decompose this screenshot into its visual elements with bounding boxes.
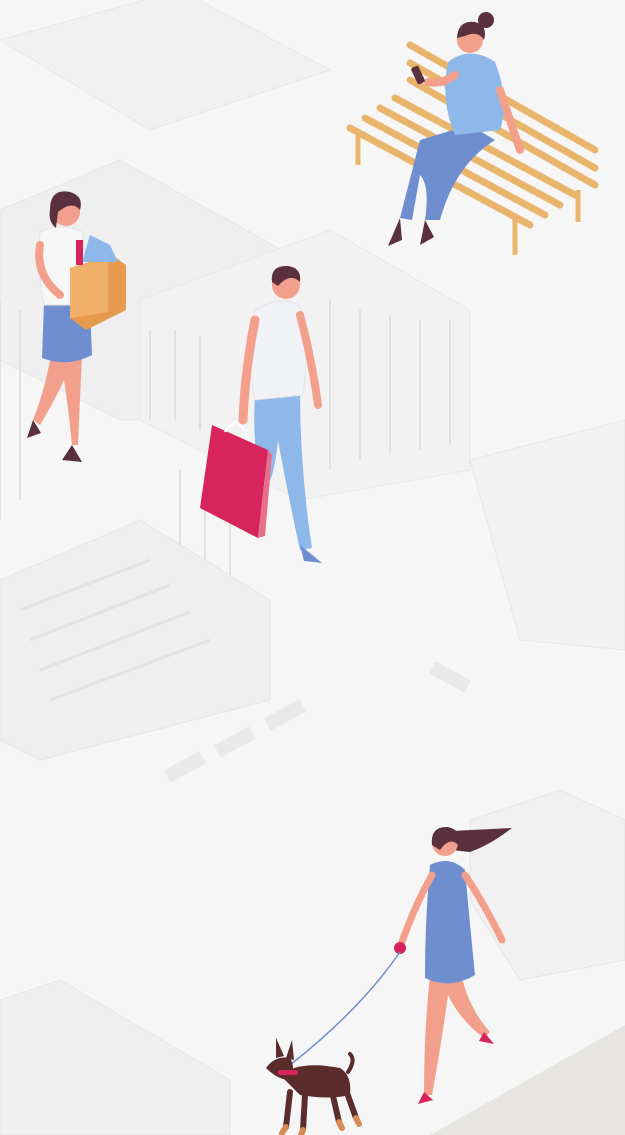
dog-collar — [278, 1070, 298, 1075]
paper-bag-front — [70, 258, 108, 318]
hair-bun — [478, 12, 494, 28]
bottle — [76, 240, 83, 265]
torso — [445, 53, 504, 135]
city-illustration — [0, 0, 625, 1135]
